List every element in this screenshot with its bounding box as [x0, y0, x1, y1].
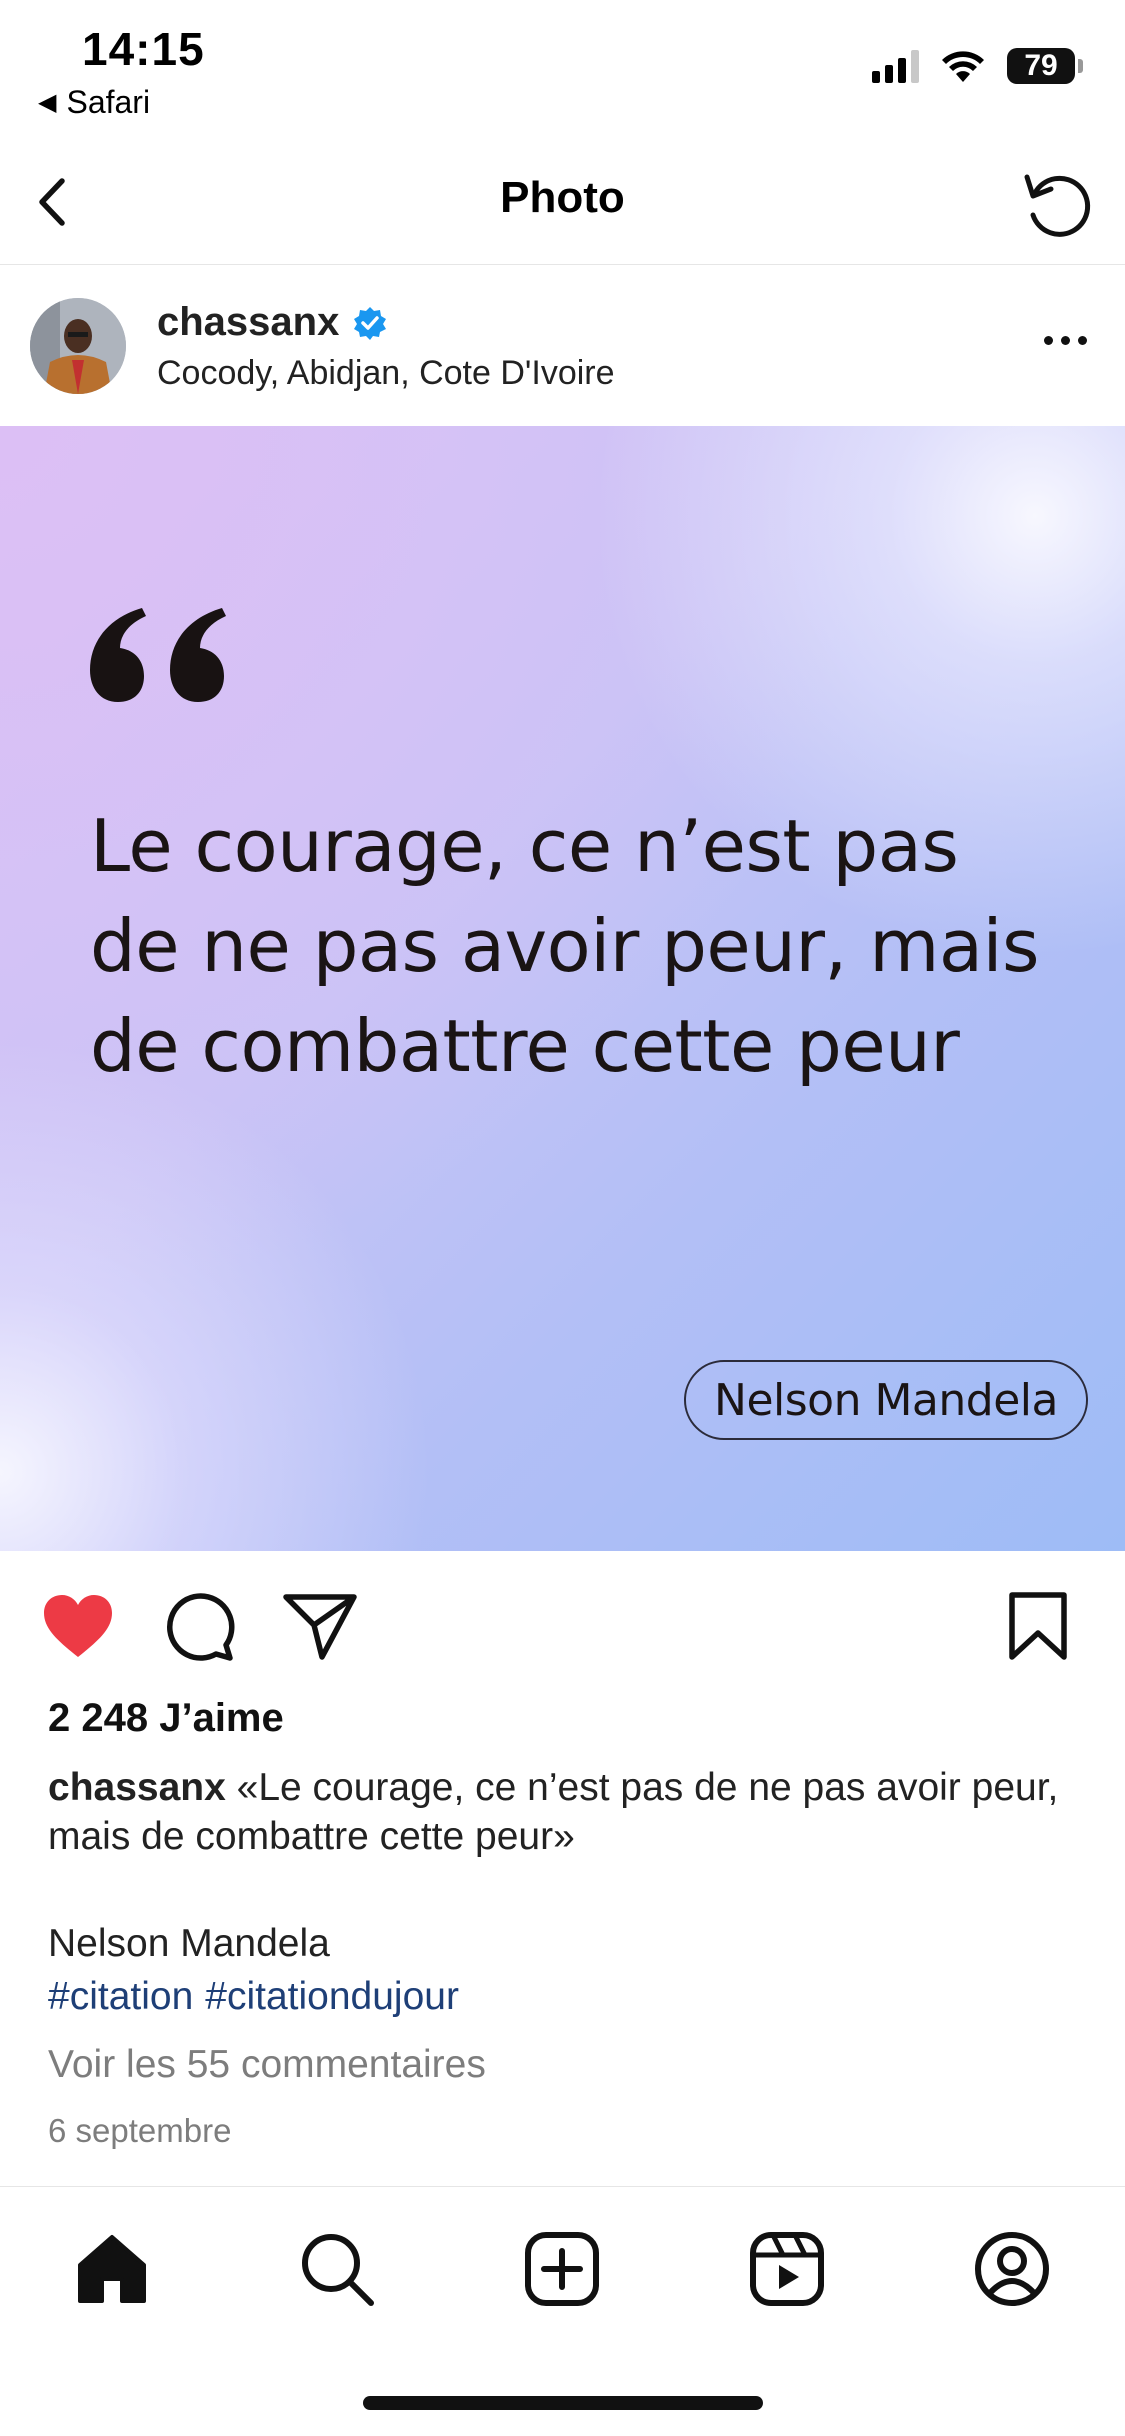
- cellular-signal-icon: [872, 49, 919, 83]
- post-username[interactable]: chassanx: [157, 300, 339, 345]
- avatar[interactable]: [30, 298, 126, 394]
- comment-icon[interactable]: [160, 1591, 236, 1661]
- battery-icon: 79: [1007, 48, 1083, 84]
- post-date: 6 septembre: [48, 2112, 232, 2149]
- reels-icon[interactable]: [747, 2229, 827, 2309]
- share-icon[interactable]: [282, 1591, 358, 1661]
- avatar-image: [30, 298, 126, 394]
- post-header: chassanx Cocody, Abidjan, Cote D'Ivoire: [0, 266, 1125, 426]
- search-icon[interactable]: [297, 2229, 377, 2309]
- likes-count[interactable]: 2 248 J’aime: [48, 1696, 284, 1741]
- heart-icon[interactable]: [40, 1591, 116, 1661]
- back-app-label: Safari: [66, 84, 151, 120]
- post-actions: [0, 1551, 1125, 1701]
- nav-header: Photo: [0, 145, 1125, 265]
- hashtag-link[interactable]: #citation: [48, 1975, 193, 2019]
- status-bar: 14:15 ◀ Safari 79: [0, 0, 1125, 130]
- page-title: Photo: [500, 173, 625, 222]
- verified-icon: [354, 306, 387, 340]
- quote-author-pill: Nelson Mandela: [684, 1360, 1088, 1440]
- post-caption: chassanx «Le courage, ce n’est pas de ne…: [48, 1763, 1088, 1861]
- quote-mark-icon: [90, 608, 226, 702]
- post-location[interactable]: Cocody, Abidjan, Cote D'Ivoire: [157, 354, 615, 393]
- caption-author: Nelson Mandela: [48, 1922, 330, 1965]
- username-row: chassanx: [157, 300, 387, 345]
- create-icon[interactable]: [522, 2229, 602, 2309]
- post-image[interactable]: Le courage, ce n’est pas de ne pas avoir…: [0, 426, 1125, 1551]
- wifi-icon: [942, 51, 984, 82]
- status-icons: 79: [872, 48, 1083, 84]
- quote-text: Le courage, ce n’est pas de ne pas avoir…: [90, 804, 1039, 1088]
- refresh-icon[interactable]: [1015, 163, 1095, 243]
- view-comments-link[interactable]: Voir les 55 commentaires: [48, 2043, 486, 2087]
- profile-icon[interactable]: [972, 2229, 1052, 2309]
- battery-level: 79: [1007, 48, 1075, 84]
- more-icon[interactable]: [1044, 336, 1087, 345]
- back-triangle-icon: ◀: [38, 89, 57, 116]
- home-icon[interactable]: [72, 2229, 152, 2309]
- back-to-safari[interactable]: ◀ Safari: [38, 84, 150, 121]
- status-time: 14:15: [82, 23, 205, 75]
- caption-username[interactable]: chassanx: [48, 1766, 226, 1809]
- home-indicator[interactable]: [363, 2396, 763, 2410]
- bookmark-icon[interactable]: [1000, 1591, 1076, 1661]
- hashtags: #citation #citationdujour: [48, 1975, 459, 2019]
- hashtag-link[interactable]: #citationdujour: [205, 1975, 459, 2019]
